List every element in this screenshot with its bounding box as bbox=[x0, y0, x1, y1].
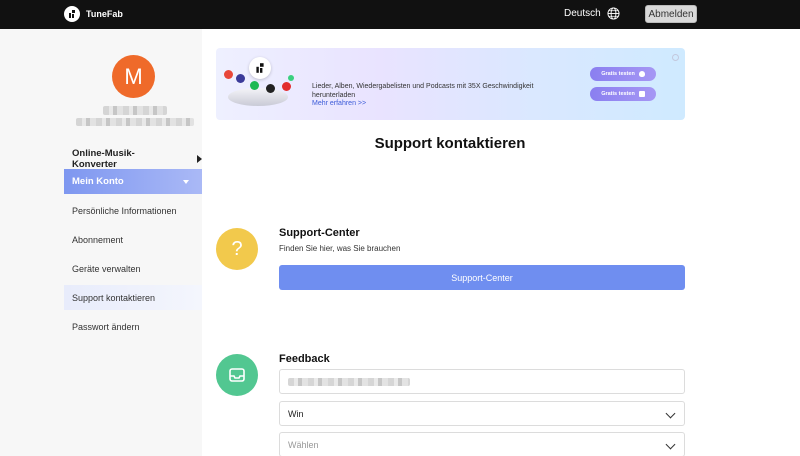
caret-right-icon bbox=[197, 155, 202, 163]
caret-down-icon bbox=[183, 180, 189, 184]
sidebar-active-label: Mein Konto bbox=[72, 176, 124, 187]
sidebar-item-mein-konto[interactable]: Mein Konto bbox=[64, 169, 202, 194]
feedback-title: Feedback bbox=[279, 353, 330, 365]
chevron-down-icon bbox=[665, 408, 676, 419]
try-free-mac-label: Gratis testen bbox=[601, 71, 635, 77]
sidebar-item-support[interactable]: Support kontaktieren bbox=[64, 285, 202, 310]
spotify-icon bbox=[250, 81, 259, 90]
os-select[interactable]: Win bbox=[279, 401, 685, 426]
chevron-down-icon bbox=[665, 439, 676, 450]
inbox-icon bbox=[216, 354, 258, 396]
page-title: Support kontaktieren bbox=[374, 135, 526, 152]
category-select-placeholder: Wählen bbox=[288, 439, 319, 450]
try-free-win-label: Gratis testen bbox=[601, 91, 635, 97]
podcast-app-icon bbox=[236, 74, 245, 83]
deezer-icon bbox=[266, 84, 275, 93]
logout-button[interactable]: Abmelden bbox=[645, 5, 697, 23]
banner-text: Lieder, Alben, Wiedergabelisten und Podc… bbox=[312, 83, 534, 99]
language-selector[interactable]: Deutsch bbox=[564, 7, 620, 20]
question-icon: ? bbox=[216, 228, 258, 270]
music-app-icon bbox=[224, 70, 233, 79]
blurred-email-value bbox=[288, 378, 410, 386]
blurred-email bbox=[76, 118, 194, 126]
tunefab-logo-icon bbox=[64, 6, 80, 22]
blurred-username bbox=[103, 106, 167, 115]
support-center-subtitle: Finden Sie hier, was Sie brauchen bbox=[279, 244, 401, 253]
close-icon[interactable] bbox=[672, 54, 679, 61]
support-center-button[interactable]: Support-Center bbox=[279, 265, 685, 290]
youtube-music-icon bbox=[282, 82, 291, 91]
brand-name: TuneFab bbox=[86, 9, 123, 19]
windows-icon bbox=[638, 91, 645, 97]
try-free-mac-button[interactable]: Gratis testen bbox=[590, 67, 656, 81]
language-label: Deutsch bbox=[564, 8, 601, 19]
sidebar: M Online-Musik-Konverter Mein Konto Pers… bbox=[0, 29, 202, 456]
apple-icon bbox=[638, 71, 645, 77]
sidebar-item-devices[interactable]: Geräte verwalten bbox=[64, 256, 202, 281]
sidebar-item-subscription[interactable]: Abonnement bbox=[64, 227, 202, 252]
category-select[interactable]: Wählen bbox=[279, 432, 685, 456]
promo-banner[interactable]: Lieder, Alben, Wiedergabelisten und Podc… bbox=[216, 48, 685, 120]
sparkle-icon bbox=[288, 75, 294, 81]
sidebar-item-personal-info[interactable]: Persönliche Informationen bbox=[64, 198, 202, 223]
globe-icon bbox=[607, 7, 620, 20]
os-select-value: Win bbox=[288, 408, 304, 419]
banner-learn-more-link[interactable]: Mehr erfahren >> bbox=[312, 100, 366, 107]
try-free-win-button[interactable]: Gratis testen bbox=[590, 87, 656, 101]
support-center-title: Support-Center bbox=[279, 227, 360, 239]
top-bar: TuneFab Deutsch Abmelden bbox=[0, 0, 800, 29]
tunefab-logo-icon bbox=[249, 57, 271, 79]
podium-graphic bbox=[228, 88, 288, 106]
avatar: M bbox=[112, 55, 155, 98]
sidebar-item-password[interactable]: Passwort ändern bbox=[64, 314, 202, 339]
brand[interactable]: TuneFab bbox=[64, 6, 123, 22]
email-field[interactable] bbox=[279, 369, 685, 394]
